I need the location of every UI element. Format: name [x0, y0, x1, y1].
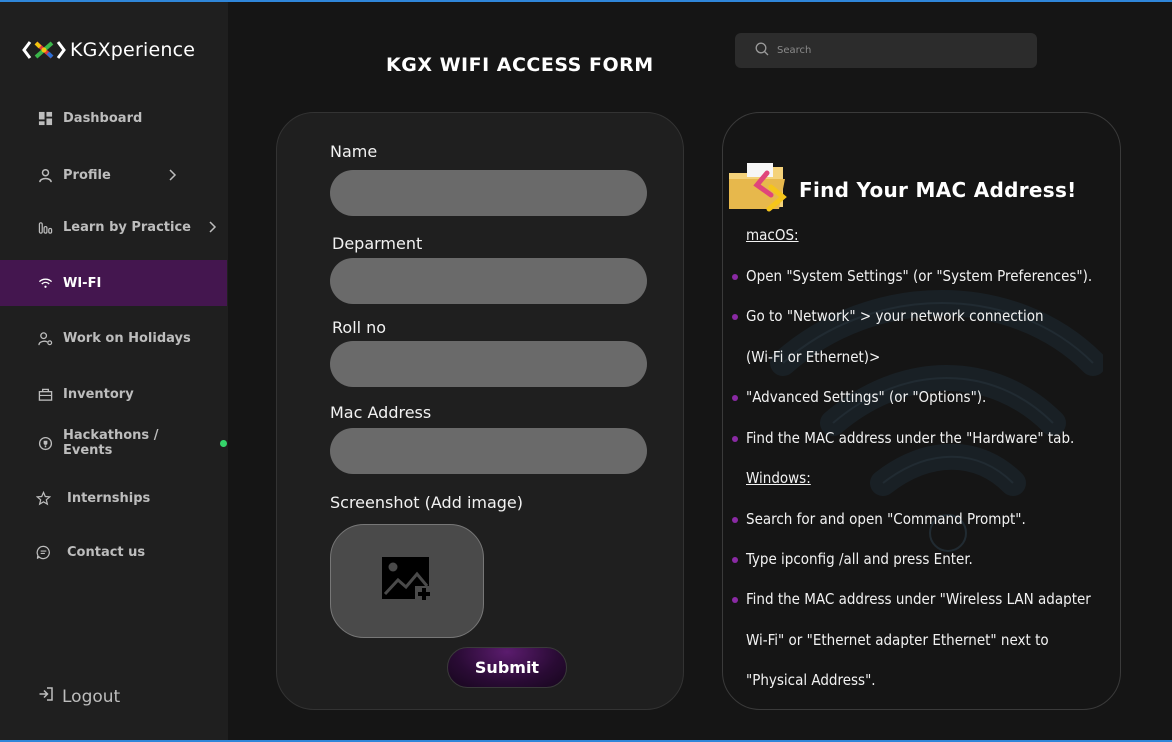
name-label: Name	[330, 142, 378, 161]
sidebar-item-label: WI-FI	[63, 275, 102, 291]
sidebar-item-dashboard[interactable]: Dashboard	[0, 95, 227, 141]
roll-no-label: Roll no	[332, 318, 387, 337]
sidebar-item-profile[interactable]: Profile	[0, 152, 227, 198]
info-header: Find Your MAC Address!	[727, 161, 1077, 219]
mac-step: Open "System Settings" (or "System Prefe…	[746, 267, 1093, 285]
user-icon	[38, 168, 53, 183]
add-image-icon	[381, 556, 433, 606]
department-label: Deparment	[332, 234, 423, 253]
sidebar-item-label: Hackathons / Events	[63, 428, 159, 458]
sidebar-item-learn-by-practice[interactable]: Learn by Practice	[0, 204, 227, 250]
sidebar-item-inventory[interactable]: Inventory	[0, 371, 227, 417]
logout-button[interactable]: Logout	[38, 686, 120, 707]
windows-step: Search for and open "Command Prompt".	[746, 510, 1026, 528]
roll-no-field[interactable]	[330, 341, 647, 387]
page-title: KGX WIFI ACCESS FORM	[386, 54, 654, 76]
app-window: KGXperience Dashboard Profile Learn by P…	[0, 0, 1172, 742]
sidebar-item-label: Work on Holidays	[63, 330, 191, 346]
bullet-dot	[732, 314, 738, 320]
sidebar-item-label: Contact us	[67, 544, 146, 560]
message-icon	[36, 545, 51, 560]
windows-step: "Physical Address".	[746, 671, 876, 689]
brand-name: KGXperience	[70, 39, 196, 61]
search-input[interactable]	[777, 45, 1017, 56]
dashboard-icon	[38, 111, 53, 126]
windows-step: Type ipconfig /all and press Enter.	[746, 550, 973, 568]
bullet-dot	[732, 517, 738, 523]
search-icon	[755, 41, 769, 60]
sidebar-item-label: Learn by Practice	[63, 219, 191, 235]
windows-heading: Windows:	[746, 469, 811, 487]
sidebar-item-label: Inventory	[63, 386, 134, 402]
bullet-dot	[732, 436, 738, 442]
macos-heading: macOS:	[746, 226, 799, 244]
logout-label: Logout	[62, 686, 121, 707]
image-upload-button[interactable]	[330, 524, 484, 638]
chevron-right-icon	[207, 221, 217, 233]
user-settings-icon	[38, 331, 53, 346]
mac-step: Find the MAC address under the "Hardware…	[746, 429, 1075, 447]
folder-code-icon	[727, 161, 793, 219]
search-bar[interactable]	[735, 33, 1037, 68]
sidebar-item-wifi[interactable]: WI-FI	[0, 260, 227, 306]
wifi-icon	[38, 276, 53, 291]
mac-address-field[interactable]	[330, 428, 647, 474]
sidebar-item-label: Internships	[67, 490, 151, 506]
bullet-dot	[732, 597, 738, 603]
bullet-dot	[732, 395, 738, 401]
bullet-dot	[732, 274, 738, 280]
logout-icon	[38, 686, 54, 707]
screenshot-label: Screenshot (Add image)	[330, 493, 524, 512]
chevron-right-icon	[167, 169, 177, 181]
sidebar-item-work-on-holidays[interactable]: Work on Holidays	[0, 315, 227, 361]
mac-step: "Advanced Settings" (or "Options").	[746, 388, 987, 406]
sidebar-item-label: Dashboard	[63, 110, 143, 126]
kgx-logo-icon	[22, 38, 66, 62]
online-status-dot	[220, 439, 227, 447]
info-title: Find Your MAC Address!	[799, 178, 1077, 202]
brand-logo[interactable]: KGXperience	[22, 38, 195, 62]
bullet-dot	[732, 557, 738, 563]
name-field[interactable]	[330, 170, 647, 216]
windows-step: Find the MAC address under "Wireless LAN…	[746, 590, 1091, 608]
box-icon	[38, 387, 53, 402]
sidebar-item-internships[interactable]: Internships	[0, 475, 227, 521]
sidebar: KGXperience Dashboard Profile Learn by P…	[0, 2, 228, 740]
mac-step: (Wi-Fi or Ethernet)>	[746, 348, 881, 366]
chart-bars-icon	[38, 220, 53, 235]
department-field[interactable]	[330, 258, 647, 304]
submit-button[interactable]: Submit	[447, 647, 567, 688]
sidebar-item-hackathons-events[interactable]: Hackathons / Events	[0, 420, 227, 466]
mac-address-help-panel: Find Your MAC Address! macOS: Open "Syst…	[722, 112, 1121, 710]
mac-step: Go to "Network" > your network connectio…	[746, 307, 1044, 325]
sidebar-item-label: Profile	[63, 167, 111, 183]
windows-step: Wi-Fi" or "Ethernet adapter Ethernet" ne…	[746, 631, 1049, 649]
sidebar-item-contact-us[interactable]: Contact us	[0, 529, 227, 575]
trophy-icon	[38, 436, 53, 451]
wifi-access-form: Name Deparment Roll no Mac Address Scree…	[276, 112, 684, 710]
star-icon	[36, 490, 51, 506]
mac-address-label: Mac Address	[330, 403, 432, 422]
